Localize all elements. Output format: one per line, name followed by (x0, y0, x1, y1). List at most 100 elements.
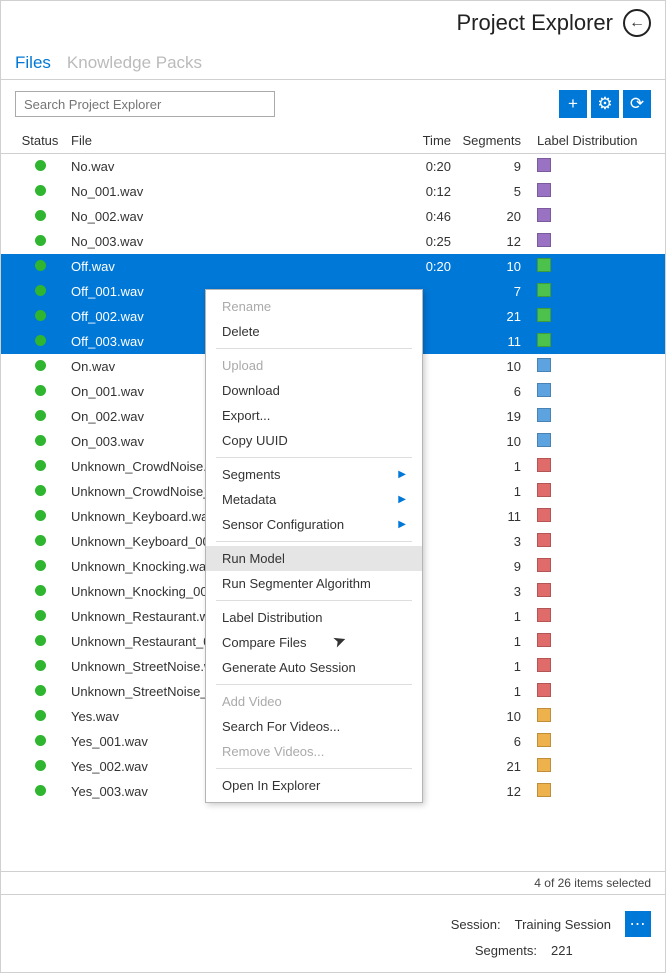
cell-segments: 10 (451, 259, 531, 274)
add-button[interactable]: + (559, 90, 587, 118)
context-menu-item[interactable]: Generate Auto Session (206, 655, 422, 680)
cell-segments: 1 (451, 459, 531, 474)
context-menu-item: Rename (206, 294, 422, 319)
refresh-icon: ⟳ (630, 94, 644, 114)
context-menu-item[interactable]: Segments▶ (206, 462, 422, 487)
cell-segments: 9 (451, 559, 531, 574)
status-dot-icon (35, 485, 46, 496)
status-dot-icon (35, 310, 46, 321)
session-label: Session: (451, 917, 501, 932)
context-menu-item[interactable]: Open In Explorer (206, 773, 422, 798)
cell-segments: 12 (451, 784, 531, 799)
label-swatch-icon (537, 383, 551, 397)
context-menu-label: Sensor Configuration (222, 517, 344, 532)
cell-segments: 21 (451, 309, 531, 324)
context-menu-item[interactable]: Label Distribution (206, 605, 422, 630)
tab-files[interactable]: Files (15, 53, 51, 73)
chevron-right-icon: ▶ (398, 494, 406, 505)
context-menu-item[interactable]: Export... (206, 403, 422, 428)
context-menu-item[interactable]: Download (206, 378, 422, 403)
context-menu-label: Compare Files (222, 635, 307, 650)
label-swatch-icon (537, 183, 551, 197)
status-dot-icon (35, 335, 46, 346)
context-menu-separator (216, 684, 412, 685)
cell-segments: 7 (451, 284, 531, 299)
context-menu-item[interactable]: Compare Files (206, 630, 422, 655)
status-dot-icon (35, 460, 46, 471)
context-menu-label: Run Segmenter Algorithm (222, 576, 371, 591)
chevron-right-icon: ▶ (398, 469, 406, 480)
context-menu-separator (216, 348, 412, 349)
cell-time: 0:20 (391, 159, 451, 174)
label-swatch-icon (537, 433, 551, 447)
cell-time: 0:20 (391, 259, 451, 274)
segments-value: 221 (551, 943, 611, 958)
cell-time: 0:25 (391, 234, 451, 249)
cell-segments: 10 (451, 359, 531, 374)
col-header-file[interactable]: File (65, 133, 391, 148)
col-header-status[interactable]: Status (15, 133, 65, 148)
plus-icon: + (568, 94, 578, 114)
cell-segments: 5 (451, 184, 531, 199)
context-menu-label: Add Video (222, 694, 282, 709)
session-more-button[interactable]: ⋯ (625, 911, 651, 937)
back-button[interactable]: ← (623, 9, 651, 37)
context-menu-label: Remove Videos... (222, 744, 324, 759)
status-dot-icon (35, 260, 46, 271)
segments-label: Segments: (475, 943, 537, 958)
table-row[interactable]: Off.wav0:2010 (1, 254, 665, 279)
table-row[interactable]: No.wav0:209 (1, 154, 665, 179)
cell-file: No.wav (65, 159, 391, 174)
status-dot-icon (35, 235, 46, 246)
status-dot-icon (35, 385, 46, 396)
context-menu-item[interactable]: Copy UUID (206, 428, 422, 453)
col-header-segments[interactable]: Segments (451, 133, 531, 148)
label-swatch-icon (537, 158, 551, 172)
cell-file: No_001.wav (65, 184, 391, 199)
label-swatch-icon (537, 733, 551, 747)
label-swatch-icon (537, 758, 551, 772)
label-swatch-icon (537, 308, 551, 322)
label-swatch-icon (537, 658, 551, 672)
context-menu-separator (216, 457, 412, 458)
refresh-button[interactable]: ⟳ (623, 90, 651, 118)
cell-segments: 20 (451, 209, 531, 224)
status-dot-icon (35, 710, 46, 721)
label-swatch-icon (537, 508, 551, 522)
col-header-label[interactable]: Label Distribution (531, 133, 651, 148)
cell-segments: 11 (451, 509, 531, 524)
search-input[interactable] (15, 91, 275, 117)
footer: Session: Training Session ⋯ Segments: 22… (1, 894, 665, 972)
session-value: Training Session (515, 917, 611, 932)
arrow-left-icon: ← (629, 15, 645, 31)
table-row[interactable]: No_001.wav0:125 (1, 179, 665, 204)
context-menu-item[interactable]: Sensor Configuration▶ (206, 512, 422, 537)
status-dot-icon (35, 660, 46, 671)
context-menu-item[interactable]: Search For Videos... (206, 714, 422, 739)
tab-knowledge-packs[interactable]: Knowledge Packs (67, 53, 202, 73)
cell-segments: 9 (451, 159, 531, 174)
status-dot-icon (35, 610, 46, 621)
context-menu-item[interactable]: Delete (206, 319, 422, 344)
status-dot-icon (35, 210, 46, 221)
context-menu-label: Search For Videos... (222, 719, 340, 734)
label-swatch-icon (537, 608, 551, 622)
cell-segments: 21 (451, 759, 531, 774)
cell-segments: 1 (451, 634, 531, 649)
context-menu-item[interactable]: Run Model (206, 546, 422, 571)
context-menu[interactable]: RenameDeleteUploadDownloadExport...Copy … (205, 289, 423, 803)
cell-time: 0:12 (391, 184, 451, 199)
context-menu-item[interactable]: Run Segmenter Algorithm (206, 571, 422, 596)
context-menu-label: Copy UUID (222, 433, 288, 448)
table-row[interactable]: No_002.wav0:4620 (1, 204, 665, 229)
settings-button[interactable]: ⚙ (591, 90, 619, 118)
label-swatch-icon (537, 483, 551, 497)
label-swatch-icon (537, 633, 551, 647)
label-swatch-icon (537, 358, 551, 372)
table-row[interactable]: No_003.wav0:2512 (1, 229, 665, 254)
cell-segments: 10 (451, 709, 531, 724)
col-header-time[interactable]: Time (391, 133, 451, 148)
context-menu-item[interactable]: Metadata ▶ (206, 487, 422, 512)
status-dot-icon (35, 410, 46, 421)
context-menu-label: Metadata (222, 492, 276, 507)
